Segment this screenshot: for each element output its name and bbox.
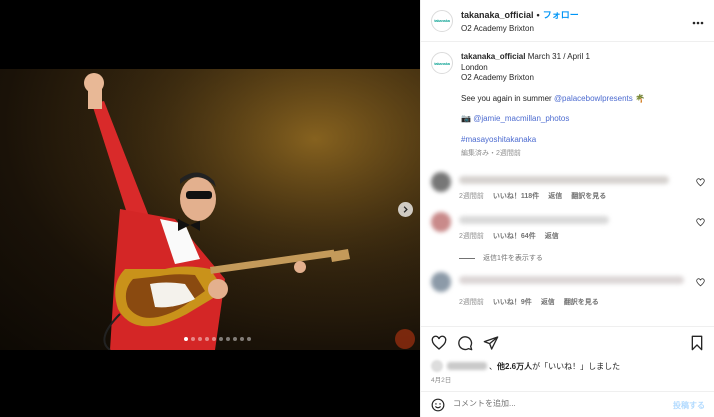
liker-avatar bbox=[431, 360, 443, 372]
post-photo[interactable] bbox=[0, 69, 420, 350]
comment-time: 2週間前 bbox=[459, 299, 484, 306]
mention-palacebowl[interactable]: @palacebowlpresents bbox=[554, 94, 633, 103]
replies-divider bbox=[459, 257, 475, 259]
emoji-smiley-icon[interactable] bbox=[431, 398, 445, 412]
comment-text-blurred bbox=[459, 176, 669, 184]
caption-body: takanaka_official March 31 / April 1 Lon… bbox=[461, 52, 645, 160]
comment-heart-icon[interactable] bbox=[696, 218, 705, 227]
translate-button[interactable]: 翻訳を見る bbox=[571, 193, 606, 200]
caption-meta: 編集済み・2週間前 bbox=[461, 150, 521, 157]
carousel-dot bbox=[184, 337, 188, 341]
view-replies-label: 返信1件を表示する bbox=[483, 255, 543, 262]
post-date[interactable]: 4月2日 bbox=[431, 374, 451, 384]
comment-likes[interactable]: いいね！118件 bbox=[493, 193, 539, 200]
carousel-dot bbox=[226, 337, 230, 341]
caption-line-4: See you again in summer @palacebowlprese… bbox=[461, 94, 645, 105]
carousel-dot bbox=[240, 337, 244, 341]
caption-line-2: London bbox=[461, 62, 488, 72]
profile-avatar[interactable]: takanaka bbox=[431, 9, 453, 32]
comment-heart-icon[interactable] bbox=[696, 178, 705, 187]
header-location[interactable]: O2 Academy Brixton bbox=[461, 24, 579, 33]
caption-line-3: O2 Academy Brixton bbox=[461, 73, 534, 82]
comment-time: 2週間前 bbox=[459, 233, 484, 240]
caption-avatar[interactable]: takanaka bbox=[431, 52, 453, 74]
more-options-button[interactable] bbox=[692, 14, 704, 28]
follow-button[interactable]: フォロー bbox=[543, 10, 579, 20]
reply-button[interactable]: 返信 bbox=[548, 193, 562, 200]
next-slide-button[interactable] bbox=[398, 202, 413, 217]
caption-line-1: takanaka_official March 31 / April 1 bbox=[461, 52, 645, 63]
share-paper-plane-icon[interactable] bbox=[483, 335, 499, 351]
comment-composer: 投稿する bbox=[421, 391, 714, 417]
comment-meta: 2週間前 いいね！64件 返信 bbox=[459, 231, 568, 241]
reply-button[interactable]: 返信 bbox=[541, 299, 555, 306]
comment-time: 2週間前 bbox=[459, 193, 484, 200]
view-replies-button[interactable]: 返信1件を表示する bbox=[459, 253, 543, 263]
carousel-indicator bbox=[184, 337, 251, 341]
more-dots-icon bbox=[692, 21, 704, 25]
header-text: takanaka_official • フォロー O2 Academy Brixto… bbox=[461, 8, 579, 33]
comment-heart-icon[interactable] bbox=[696, 278, 705, 287]
caption-gap bbox=[461, 125, 645, 135]
post-comment-button[interactable]: 投稿する bbox=[673, 400, 705, 411]
caption-credit: 📷 @jamie_macmillan_photos bbox=[461, 114, 645, 125]
post-actions: 、他2.6万人が「いいね！」しました 4月2日 投稿する bbox=[421, 326, 714, 417]
carousel-dot bbox=[247, 337, 251, 341]
comment-avatar[interactable] bbox=[431, 272, 451, 292]
comment-text-blurred bbox=[459, 216, 609, 224]
header-username[interactable]: takanaka_official bbox=[461, 10, 534, 20]
post-caption: takanaka takanaka_official March 31 / Ap… bbox=[421, 42, 714, 160]
header-user-line: takanaka_official • フォロー bbox=[461, 8, 579, 21]
post-side-panel: takanaka takanaka_official • フォロー O2 Acade… bbox=[420, 0, 714, 417]
mention-photographer[interactable]: @jamie_macmillan_photos bbox=[473, 114, 569, 123]
carousel-dot bbox=[212, 337, 216, 341]
likes-prefix: 、 bbox=[489, 361, 497, 371]
liker-name-blurred bbox=[447, 362, 487, 370]
carousel-dot bbox=[191, 337, 195, 341]
caption-gap bbox=[461, 104, 645, 114]
caption-dates: March 31 / April 1 bbox=[527, 52, 590, 61]
carousel-dot bbox=[219, 337, 223, 341]
caption-gap bbox=[461, 84, 645, 94]
comment-avatar[interactable] bbox=[431, 172, 451, 192]
carousel-dot bbox=[233, 337, 237, 341]
post-header: takanaka takanaka_official • フォロー O2 Acade… bbox=[421, 0, 714, 42]
caption-avatar-logo-text: takanaka bbox=[434, 60, 450, 66]
carousel-dot bbox=[205, 337, 209, 341]
media-pane bbox=[0, 0, 420, 417]
comment-bubble-icon[interactable] bbox=[457, 335, 473, 351]
likes-count[interactable]: 他2.6万人 bbox=[497, 361, 532, 372]
palm-tree-emoji: 🌴 bbox=[635, 93, 645, 103]
header-separator: • bbox=[536, 10, 540, 20]
like-heart-icon[interactable] bbox=[431, 335, 447, 351]
likes-suffix: が「いいね！」しました bbox=[532, 361, 621, 371]
comment-likes[interactable]: いいね！9件 bbox=[493, 299, 532, 306]
chevron-right-icon bbox=[403, 206, 408, 213]
translate-button[interactable]: 翻訳を見る bbox=[564, 299, 599, 306]
guitarist-photo bbox=[0, 69, 420, 350]
comment-input[interactable] bbox=[453, 399, 653, 408]
caption-see-you-text: See you again in summer bbox=[461, 93, 554, 103]
action-icons bbox=[431, 335, 499, 351]
hashtag-link[interactable]: #masayoshitakanaka bbox=[461, 135, 645, 146]
camera-emoji: 📷 bbox=[461, 114, 471, 123]
comment-likes[interactable]: いいね！64件 bbox=[493, 233, 536, 240]
likes-summary[interactable]: 、他2.6万人 が「いいね！」しました bbox=[431, 360, 620, 372]
comment-meta: 2週間前 いいね！9件 返信 翻訳を見る bbox=[459, 297, 608, 307]
comment-meta: 2週間前 いいね！118件 返信 翻訳を見る bbox=[459, 191, 615, 201]
avatar-logo-text: takanaka bbox=[434, 18, 450, 23]
reply-button[interactable]: 返信 bbox=[545, 233, 559, 240]
comment-avatar[interactable] bbox=[431, 212, 451, 232]
caption-username[interactable]: takanaka_official bbox=[461, 52, 525, 61]
bookmark-icon[interactable] bbox=[689, 335, 705, 351]
comment-text-blurred bbox=[459, 276, 684, 284]
carousel-dot bbox=[198, 337, 202, 341]
